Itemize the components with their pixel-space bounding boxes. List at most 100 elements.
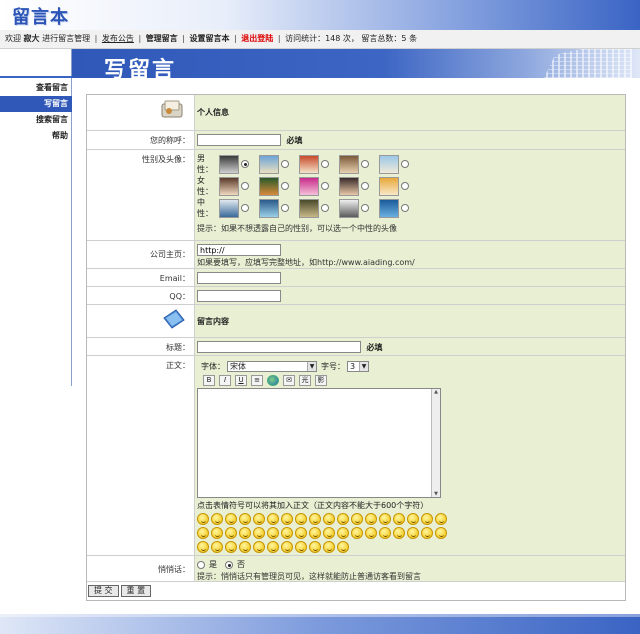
private-yes-radio[interactable] [197, 560, 205, 569]
emoji-icon[interactable] [421, 513, 433, 525]
emoji-icon[interactable] [253, 541, 265, 553]
emoji-icon[interactable] [267, 527, 279, 539]
emoji-icon[interactable] [239, 541, 251, 553]
emoji-icon[interactable] [295, 527, 307, 539]
avatar-radio[interactable] [361, 204, 369, 212]
sidebar-item-write[interactable]: 写留言 [0, 96, 72, 112]
avatar-radio[interactable] [401, 204, 409, 212]
emoji-icon[interactable] [197, 541, 209, 553]
emoji-icon[interactable] [309, 541, 321, 553]
emoji-icon[interactable] [239, 527, 251, 539]
emoji-icon[interactable] [337, 541, 349, 553]
emoji-icon[interactable] [281, 513, 293, 525]
subject-input[interactable] [197, 341, 361, 353]
avatar-neutral-4[interactable] [339, 198, 359, 218]
emoji-icon[interactable] [309, 527, 321, 539]
avatar-radio[interactable] [321, 160, 329, 168]
emoji-icon[interactable] [407, 513, 419, 525]
sidebar-item-help[interactable]: 帮助 [0, 128, 72, 144]
avatar-male-3[interactable] [299, 154, 319, 174]
emoji-icon[interactable] [351, 513, 363, 525]
emoji-icon[interactable] [407, 527, 419, 539]
bold-button[interactable]: B [203, 375, 215, 386]
emoji-icon[interactable] [351, 527, 363, 539]
private-no-radio[interactable] [225, 560, 233, 569]
emoji-icon[interactable] [365, 527, 377, 539]
avatar-male-1[interactable] [219, 154, 239, 174]
sidebar-item-search[interactable]: 搜索留言 [0, 112, 72, 128]
size-select[interactable]: 3 ▼ [347, 361, 369, 372]
emoji-icon[interactable] [435, 527, 447, 539]
emoji-icon[interactable] [211, 541, 223, 553]
avatar-neutral-1[interactable] [219, 198, 239, 218]
globe-icon[interactable] [267, 375, 279, 386]
emoji-icon[interactable] [309, 513, 321, 525]
emoji-icon[interactable] [281, 541, 293, 553]
emoji-icon[interactable] [239, 513, 251, 525]
avatar-radio[interactable] [241, 160, 249, 168]
emoji-icon[interactable] [225, 513, 237, 525]
emoji-icon[interactable] [267, 513, 279, 525]
avatar-radio[interactable] [241, 182, 249, 190]
emoji-icon[interactable] [211, 513, 223, 525]
avatar-radio[interactable] [281, 160, 289, 168]
link-logout[interactable]: 退出登陆 [241, 34, 273, 43]
link-post-notice[interactable]: 发布公告 [102, 34, 134, 43]
avatar-radio[interactable] [321, 204, 329, 212]
avatar-radio[interactable] [361, 182, 369, 190]
emoji-icon[interactable] [253, 513, 265, 525]
avatar-female-2[interactable] [259, 176, 279, 196]
underline-button[interactable]: U [235, 375, 247, 386]
emoji-icon[interactable] [225, 527, 237, 539]
align-button[interactable]: ≡ [251, 375, 263, 386]
avatar-female-1[interactable] [219, 176, 239, 196]
avatar-radio[interactable] [321, 182, 329, 190]
avatar-neutral-5[interactable] [379, 198, 399, 218]
qq-input[interactable] [197, 290, 281, 302]
avatar-female-3[interactable] [299, 176, 319, 196]
scrollbar[interactable] [431, 389, 440, 497]
emoji-icon[interactable] [295, 513, 307, 525]
avatar-radio[interactable] [281, 182, 289, 190]
avatar-female-4[interactable] [339, 176, 359, 196]
avatar-radio[interactable] [241, 204, 249, 212]
emoji-icon[interactable] [323, 527, 335, 539]
emoji-icon[interactable] [421, 527, 433, 539]
avatar-radio[interactable] [361, 160, 369, 168]
body-textarea[interactable] [197, 388, 441, 498]
avatar-female-5[interactable] [379, 176, 399, 196]
sidebar-item-view[interactable]: 查看留言 [0, 80, 72, 96]
emoji-icon[interactable] [295, 541, 307, 553]
nickname-input[interactable] [197, 134, 281, 146]
emoji-icon[interactable] [337, 527, 349, 539]
email-icon[interactable]: ✉ [283, 375, 295, 386]
font-select[interactable]: 宋体 ▼ [227, 361, 317, 372]
avatar-radio[interactable] [401, 160, 409, 168]
emoji-icon[interactable] [211, 527, 223, 539]
avatar-male-4[interactable] [339, 154, 359, 174]
emoji-icon[interactable] [323, 541, 335, 553]
reset-button[interactable]: 重 置 [120, 585, 152, 597]
avatar-radio[interactable] [281, 204, 289, 212]
emoji-icon[interactable] [365, 513, 377, 525]
avatar-neutral-2[interactable] [259, 198, 279, 218]
emoji-icon[interactable] [253, 527, 265, 539]
emoji-icon[interactable] [197, 513, 209, 525]
link-manage-messages[interactable]: 管理留言 [146, 34, 178, 43]
submit-button[interactable]: 提 交 [88, 585, 119, 597]
emoji-icon[interactable] [337, 513, 349, 525]
link-settings[interactable]: 设置留言本 [189, 34, 229, 43]
emoji-icon[interactable] [281, 527, 293, 539]
avatar-neutral-3[interactable] [299, 198, 319, 218]
avatar-male-5[interactable] [379, 154, 399, 174]
italic-button[interactable]: I [219, 375, 231, 386]
emoji-icon[interactable] [393, 527, 405, 539]
emoji-icon[interactable] [197, 527, 209, 539]
emoji-icon[interactable] [267, 541, 279, 553]
emoji-icon[interactable] [393, 513, 405, 525]
emoji-icon[interactable] [435, 513, 447, 525]
light-button[interactable]: 光 [299, 375, 311, 386]
emoji-icon[interactable] [323, 513, 335, 525]
emoji-icon[interactable] [379, 527, 391, 539]
homepage-input[interactable] [197, 244, 281, 256]
